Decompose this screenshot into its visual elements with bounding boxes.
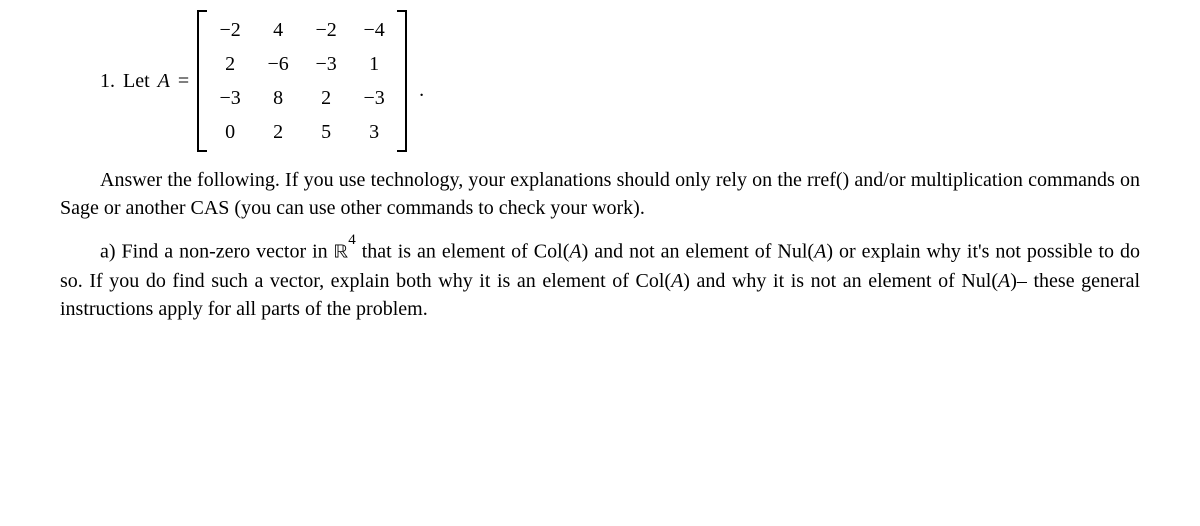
matrix-cell: −2 <box>217 16 243 44</box>
part-a-text2: that is an element of Col( <box>356 241 570 263</box>
problem-header: 1. Let A = −2 4 −2 −4 2 −6 −3 1 −3 8 2 −… <box>100 10 1140 152</box>
matrix-var: A <box>158 67 170 95</box>
bracket-right <box>397 10 407 152</box>
matrix-cell: −3 <box>313 50 339 78</box>
matrix-var-a2: A <box>814 241 826 263</box>
matrix-cell: −2 <box>313 16 339 44</box>
matrix-cell: 8 <box>265 84 291 112</box>
real-exponent: 4 <box>348 232 356 248</box>
matrix-display: −2 4 −2 −4 2 −6 −3 1 −3 8 2 −3 0 2 5 3 <box>197 10 407 152</box>
matrix-cell: −3 <box>361 84 387 112</box>
part-a-text1: Find a non-zero vector in <box>122 241 334 263</box>
matrix-cell: 2 <box>265 118 291 146</box>
part-a-text5: ) and why it is not an element of Nul( <box>683 270 998 292</box>
matrix-var-a1: A <box>569 241 581 263</box>
matrix-cell: 4 <box>265 16 291 44</box>
bracket-left <box>197 10 207 152</box>
problem-number: 1. <box>100 67 115 95</box>
matrix-cell: 1 <box>361 50 387 78</box>
matrix-cell: 3 <box>361 118 387 146</box>
let-word: Let <box>123 67 150 95</box>
matrix-cell: 5 <box>313 118 339 146</box>
instructions-paragraph: Answer the following. If you use technol… <box>60 166 1140 222</box>
matrix-grid: −2 4 −2 −4 2 −6 −3 1 −3 8 2 −3 0 2 5 3 <box>207 10 397 152</box>
part-a-label: a) <box>100 241 116 263</box>
instructions-text: Answer the following. If you use technol… <box>60 169 1140 219</box>
matrix-cell: −4 <box>361 16 387 44</box>
matrix-cell: 0 <box>217 118 243 146</box>
part-a-text3: ) and not an element of Nul( <box>582 241 815 263</box>
part-a-paragraph: a) Find a non-zero vector in ℝ4 that is … <box>60 236 1140 323</box>
matrix-cell: −3 <box>217 84 243 112</box>
matrix-cell: 2 <box>313 84 339 112</box>
matrix-cell: −6 <box>265 50 291 78</box>
matrix-var-a4: A <box>998 270 1010 292</box>
matrix-var-a3: A <box>671 270 683 292</box>
trailing-period: . <box>419 76 424 104</box>
equals-sign: = <box>178 67 189 95</box>
matrix-cell: 2 <box>217 50 243 78</box>
real-symbol: ℝ <box>334 243 349 263</box>
